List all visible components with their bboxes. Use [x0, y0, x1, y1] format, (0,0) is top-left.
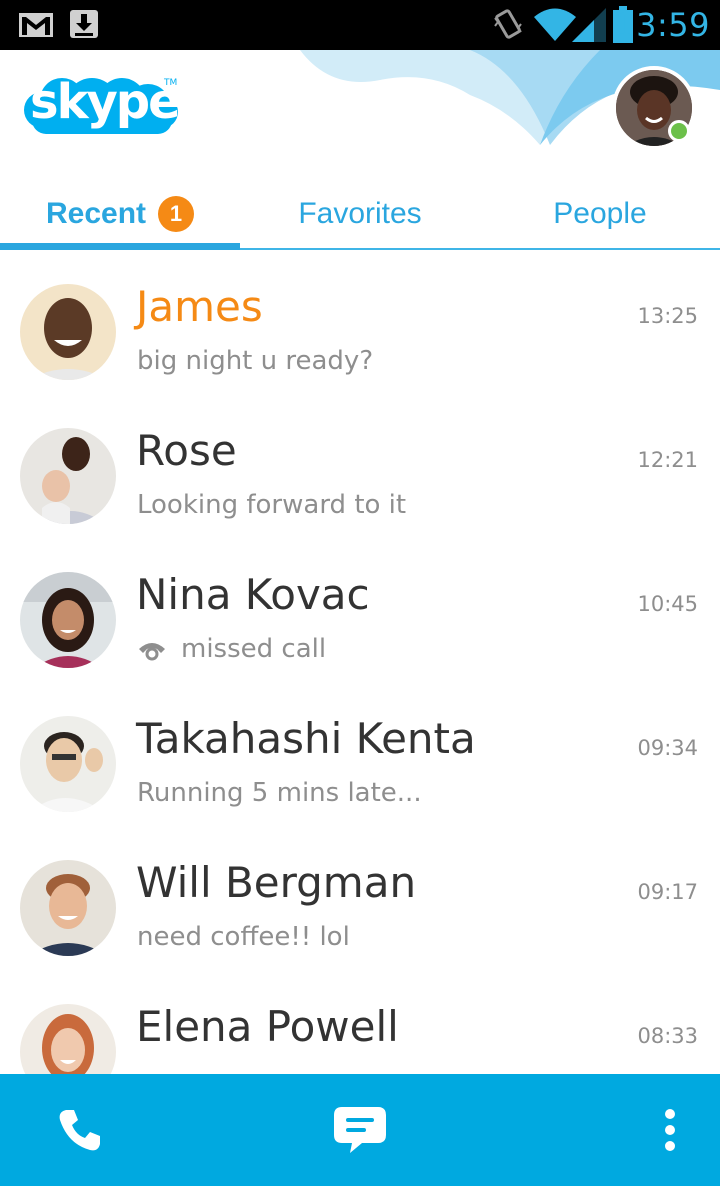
phone-icon [59, 1110, 100, 1151]
tab-bar: Recent 1 Favorites People [0, 180, 720, 250]
bottom-action-bar [0, 1074, 720, 1186]
tab-favorites[interactable]: Favorites [240, 180, 480, 248]
message-preview: Running 5 mins late... [137, 778, 422, 808]
overflow-menu-icon [665, 1109, 675, 1151]
app-header: skype TM [0, 50, 720, 180]
vibrate-icon [494, 9, 522, 39]
status-bar: 13:59 [0, 0, 720, 50]
tab-favorites-label: Favorites [298, 197, 422, 230]
contact-avatar [20, 428, 116, 524]
conversation-row[interactable]: Rose Looking forward to it 12:21 [0, 394, 720, 538]
message-time: 08:33 [637, 1024, 698, 1048]
tab-recent-label: Recent [45, 197, 147, 230]
gmail-icon [19, 13, 53, 37]
overflow-menu-button[interactable] [620, 1074, 720, 1186]
message-preview: Looking forward to it [137, 490, 407, 520]
unread-count-badge: 1 [158, 196, 195, 232]
tab-recent[interactable]: Recent 1 [0, 180, 240, 248]
missed-call-icon [139, 642, 165, 660]
signal-icon [572, 8, 606, 42]
message-time: 13:25 [637, 304, 698, 328]
call-button[interactable] [20, 1074, 140, 1186]
trademark-mark: TM [164, 78, 178, 88]
tab-people-label: People [553, 197, 647, 230]
skype-logo: skype TM [22, 70, 182, 150]
active-tab-indicator [0, 243, 240, 250]
wifi-icon [534, 8, 576, 41]
download-icon [70, 10, 98, 38]
chat-icon [334, 1107, 386, 1153]
tab-people[interactable]: People [480, 180, 720, 248]
new-chat-button[interactable] [300, 1074, 420, 1186]
message-time: 12:21 [637, 448, 698, 472]
message-preview: big night u ready? [137, 346, 374, 376]
conversation-list[interactable]: James big night u ready? 13:25 Rose Look… [0, 250, 720, 1074]
contact-name: Elena Powell [136, 1002, 399, 1051]
conversation-row[interactable]: Takahashi Kenta Running 5 mins late... 0… [0, 682, 720, 826]
message-time: 09:34 [637, 736, 698, 760]
conversation-row[interactable]: Elena Powell 08:33 [0, 970, 720, 1074]
conversation-row[interactable]: Will Bergman need coffee!! lol 09:17 [0, 826, 720, 970]
contact-name: Will Bergman [136, 858, 417, 907]
contact-avatar [20, 1004, 116, 1074]
contact-avatar [20, 860, 116, 956]
contact-avatar [20, 284, 116, 380]
contact-name: Rose [136, 426, 237, 475]
contact-avatar [20, 716, 116, 812]
missed-call-text: missed call [181, 634, 327, 664]
message-time: 09:17 [637, 880, 698, 904]
online-status-dot [668, 120, 690, 142]
contact-name: James [136, 282, 263, 331]
contact-name: Takahashi Kenta [136, 714, 476, 763]
contact-avatar [20, 572, 116, 668]
skype-logo-text: skype [30, 74, 181, 130]
message-preview: missed call [137, 634, 326, 664]
contact-name: Nina Kovac [136, 570, 370, 619]
clock: 13:59 [615, 6, 710, 44]
conversation-row[interactable]: Nina Kovac missed call 10:45 [0, 538, 720, 682]
message-time: 10:45 [637, 592, 698, 616]
conversation-row[interactable]: James big night u ready? 13:25 [0, 250, 720, 394]
message-preview: need coffee!! lol [137, 922, 350, 952]
